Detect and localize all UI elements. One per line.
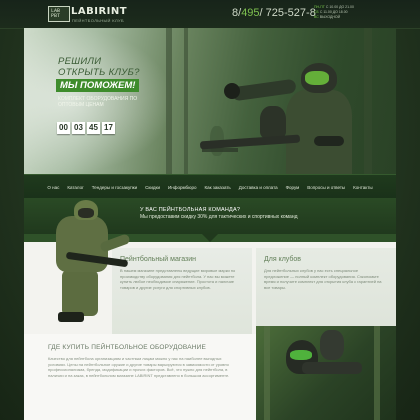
phone-prefix: 8/ — [232, 7, 242, 19]
countdown-timer: 00 03 45 17 — [57, 122, 115, 134]
nav-item-contacts[interactable]: Контакты — [353, 185, 372, 190]
promo-title-line2: ОТКРЫТЬ КЛУБ? — [58, 67, 140, 78]
promo-answer: МЫ ПОМОЖЕМ! — [56, 79, 140, 92]
soldier-boot — [58, 312, 84, 322]
promo-description: КОМПЛЕКТ ОБОРУДОВАНИЯ ПО ОПТОВЫМ ЦЕНАМ — [58, 96, 138, 108]
team-banner-title: У ВАС ПЕЙНТБОЛЬНАЯ КОМАНДА? — [140, 207, 241, 213]
nav-item-delivery[interactable]: Доставка и оплата — [239, 185, 278, 190]
hero-tree — [184, 28, 188, 174]
photo-paintball-marker — [302, 362, 362, 374]
logo-text[interactable]: LABIRINT — [71, 6, 127, 17]
player-hand — [224, 83, 240, 99]
nav-item-info[interactable]: Информбюро — [168, 185, 196, 190]
photo-marker-hopper — [320, 330, 344, 360]
hero-tree — [364, 28, 372, 174]
hero-tree — [166, 28, 172, 174]
nav-item-catalog[interactable]: Каталог — [67, 185, 83, 190]
hours-label: ВС — [314, 15, 319, 19]
hours-value: С 11.00 ДО 18.00 — [319, 10, 348, 14]
photo-player-goggles — [290, 350, 312, 360]
where-to-buy-title: ГДЕ КУПИТЬ ПЕЙНТБОЛЬНОЕ ОБОРУДОВАНИЕ — [48, 344, 207, 351]
hero-banner[interactable]: РЕШИЛИ ОТКРЫТЬ КЛУБ? МЫ ПОМОЖЕМ! КОМПЛЕК… — [24, 28, 396, 174]
timer-days: 00 — [57, 122, 70, 134]
photo-tree — [374, 326, 380, 420]
timer-minutes: 45 — [87, 122, 100, 134]
phone-rest: / 725-527-8 — [259, 7, 316, 19]
hours-label: СБ — [314, 10, 319, 14]
team-banner-text: Мы предоставим скидку 30% для тактически… — [140, 214, 298, 220]
marker-tank — [314, 136, 344, 146]
soldier-legs — [62, 270, 98, 316]
player-photo — [256, 326, 396, 420]
clubs-card[interactable]: Для клубов Для пейнтбольных клубов у нас… — [256, 248, 396, 334]
where-to-buy-section: ГДЕ КУПИТЬ ПЕЙНТБОЛЬНОЕ ОБОРУДОВАНИЕ Кач… — [24, 334, 256, 420]
player-arm — [231, 78, 297, 102]
nav-item-tenders[interactable]: Тендеры и госзакупки — [92, 185, 137, 190]
soldier-mask — [78, 208, 94, 218]
nav-item-about[interactable]: О нас — [47, 185, 59, 190]
logo-icon[interactable]: LAB PBT — [48, 6, 70, 22]
shop-card-title: Пейнтбольный магазин — [120, 256, 197, 263]
timer-hours: 03 — [72, 122, 85, 134]
promo-title: РЕШИЛИ ОТКРЫТЬ КЛУБ? — [58, 56, 140, 78]
main-nav: О нас Каталог Тендеры и госзакупки Скидк… — [24, 174, 396, 199]
clubs-card-title: Для клубов — [264, 256, 301, 263]
hours-value: С 10.00 ДО 21.00 — [325, 5, 354, 9]
shop-card[interactable]: Пейнтбольный магазин В нашем магазине пр… — [112, 248, 252, 334]
phone-code: 495 — [241, 7, 260, 19]
nav-item-faq[interactable]: Вопросы и ответы — [307, 185, 345, 190]
photo-tree — [264, 326, 270, 420]
hours-value: ВЫХОДНОЙ — [319, 15, 341, 19]
logo-subtitle: ПЕЙНТБОЛЬНЫЙ КЛУБ — [72, 18, 124, 23]
nav-item-forum[interactable]: Форум — [286, 185, 300, 190]
marker-hopper — [260, 106, 286, 138]
timer-seconds: 17 — [102, 122, 115, 134]
nav-item-discounts[interactable]: Скидки — [145, 185, 160, 190]
where-to-buy-text: Качество для пейнтбола организациям и ча… — [48, 356, 230, 378]
logo-mark: LAB PBT — [51, 8, 61, 19]
player-body — [286, 90, 352, 174]
banner-arrow-icon — [202, 234, 218, 242]
shop-card-text: В нашем магазине представлены ведущие ми… — [120, 268, 236, 290]
header: LAB PBT LABIRINT ПЕЙНТБОЛЬНЫЙ КЛУБ 8/495… — [0, 0, 420, 29]
working-hours: ПН-ПТ С 10.00 ДО 21.00 СБ С 11.00 ДО 18.… — [314, 5, 354, 20]
promo-title-line1: РЕШИЛИ — [58, 56, 102, 67]
clubs-card-text: Для пейнтбольных клубов у нас есть специ… — [264, 268, 382, 290]
hours-label: ПН-ПТ — [314, 5, 325, 9]
nav-item-how-to-order[interactable]: Как заказать — [204, 185, 230, 190]
phone-number[interactable]: 8/495/ 725-527-8 — [232, 7, 316, 19]
page: LAB PBT LABIRINT ПЕЙНТБОЛЬНЫЙ КЛУБ 8/495… — [0, 0, 420, 420]
player-mask — [305, 71, 329, 85]
